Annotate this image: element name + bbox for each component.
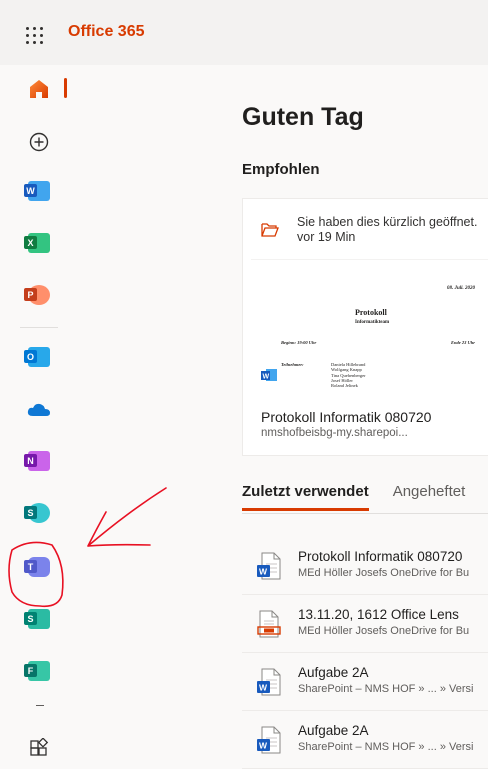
document-thumbnail[interactable]: 08. Juli. 2020 Protokoll Informatikteam … bbox=[251, 259, 488, 401]
recommended-card[interactable]: Sie haben dies kürzlich geöffnet. vor 19… bbox=[242, 198, 488, 456]
office-lens-file-icon bbox=[257, 610, 281, 638]
rail-scroll-hint bbox=[36, 705, 44, 706]
active-indicator bbox=[64, 78, 67, 98]
tab-pinned[interactable]: Angeheftet bbox=[393, 483, 466, 511]
rail-powerpoint[interactable]: P bbox=[20, 276, 58, 314]
onenote-icon: N bbox=[24, 451, 50, 471]
onedrive-icon bbox=[27, 403, 50, 416]
recommended-heading: Empfohlen bbox=[242, 161, 320, 178]
card-activity-text: Sie haben dies kürzlich geöffnet. bbox=[297, 215, 478, 229]
rail-outlook[interactable]: O bbox=[20, 338, 58, 376]
word-document-icon: W bbox=[257, 668, 281, 696]
svg-text:W: W bbox=[259, 567, 268, 577]
annotation-arrow bbox=[87, 487, 167, 547]
rail-teams[interactable]: T bbox=[20, 548, 58, 586]
greeting-heading: Guten Tag bbox=[242, 103, 364, 131]
card-activity-time: vor 19 Min bbox=[297, 230, 356, 244]
svg-text:W: W bbox=[263, 374, 270, 381]
word-document-icon: W bbox=[257, 552, 281, 580]
sway-icon: S bbox=[24, 609, 50, 629]
rail-excel[interactable]: X bbox=[20, 224, 58, 262]
folder-open-icon bbox=[261, 223, 279, 237]
add-circle-icon bbox=[29, 132, 49, 152]
tab-divider bbox=[242, 513, 488, 514]
rail-onenote[interactable]: N bbox=[20, 442, 58, 480]
rail-divider bbox=[20, 327, 58, 328]
card-file-location: nmshofbeisbg-my.sharepoi... bbox=[261, 427, 408, 439]
file-name: 13.11.20, 1612 Office Lens bbox=[298, 607, 459, 622]
word-icon: W bbox=[24, 181, 50, 201]
word-document-icon: W bbox=[257, 726, 281, 754]
thumb-participants-label: Teilnehmer: bbox=[281, 362, 304, 367]
thumb-date: 08. Juli. 2020 bbox=[446, 286, 475, 291]
forms-icon: F bbox=[24, 661, 50, 681]
rail-forms[interactable]: F bbox=[20, 652, 58, 690]
card-activity: Sie haben dies kürzlich geöffnet. vor 19… bbox=[261, 215, 477, 245]
file-row[interactable]: W Aufgabe 2A SharePoint – NMS HOF » ... … bbox=[242, 653, 488, 711]
thumb-subtitle: Informatikteam bbox=[355, 320, 390, 325]
thumb-participants: Daniela Hillebrand Wolfgang Knapp Tina Q… bbox=[331, 362, 366, 388]
outlook-icon: O bbox=[24, 347, 50, 367]
rail-create[interactable] bbox=[20, 123, 58, 161]
file-location: SharePoint – NMS HOF » ... » Versi bbox=[298, 741, 474, 753]
thumb-title: Protokoll bbox=[355, 308, 387, 317]
file-location: MEd Höller Josefs OneDrive for Bu bbox=[298, 625, 470, 637]
file-row[interactable]: W Protokoll Informatik 080720 MEd Höller… bbox=[242, 537, 488, 595]
main-content: Guten Tag Empfohlen Sie haben dies kürzl… bbox=[242, 65, 488, 769]
powerpoint-icon: P bbox=[24, 285, 50, 305]
sharepoint-icon: S bbox=[24, 503, 50, 523]
rail-all-apps[interactable] bbox=[20, 729, 58, 767]
rail-home[interactable] bbox=[20, 70, 58, 108]
svg-text:W: W bbox=[259, 741, 268, 751]
thumb-end: Ende 23 Uhr bbox=[450, 340, 475, 345]
file-name: Protokoll Informatik 080720 bbox=[298, 549, 463, 564]
svg-text:W: W bbox=[259, 683, 268, 693]
card-file-name[interactable]: Protokoll Informatik 080720 bbox=[261, 409, 431, 425]
rail-word[interactable]: W bbox=[20, 172, 58, 210]
brand-title[interactable]: Office 365 bbox=[68, 23, 144, 41]
rail-sway[interactable]: S bbox=[20, 600, 58, 638]
participant: Wolfgang Knapp bbox=[331, 367, 362, 373]
file-row[interactable]: 13.11.20, 1612 Office Lens MEd Höller Jo… bbox=[242, 595, 488, 653]
participant: Roland Jelinek bbox=[331, 383, 358, 389]
rail-onedrive[interactable] bbox=[20, 390, 58, 428]
home-icon bbox=[30, 80, 48, 98]
thumb-begin: Beginn: 19:00 Uhr bbox=[281, 340, 317, 345]
word-file-icon: W bbox=[261, 369, 277, 381]
top-bar: Office 365 bbox=[0, 0, 488, 65]
file-row[interactable]: W Aufgabe 2A SharePoint – NMS HOF » ... … bbox=[242, 711, 488, 769]
teams-icon: T bbox=[24, 557, 50, 577]
file-name: Aufgabe 2A bbox=[298, 665, 369, 680]
file-location: MEd Höller Josefs OneDrive for Bu bbox=[298, 567, 470, 579]
rail-sharepoint[interactable]: S bbox=[20, 494, 58, 532]
file-location: SharePoint – NMS HOF » ... » Versi bbox=[298, 683, 474, 695]
tab-recent[interactable]: Zuletzt verwendet bbox=[242, 483, 369, 511]
file-name: Aufgabe 2A bbox=[298, 723, 369, 738]
file-tabs: Zuletzt verwendet Angeheftet bbox=[242, 483, 465, 511]
all-apps-icon bbox=[30, 738, 49, 756]
excel-icon: X bbox=[24, 233, 50, 253]
app-launcher-icon[interactable] bbox=[26, 27, 44, 45]
